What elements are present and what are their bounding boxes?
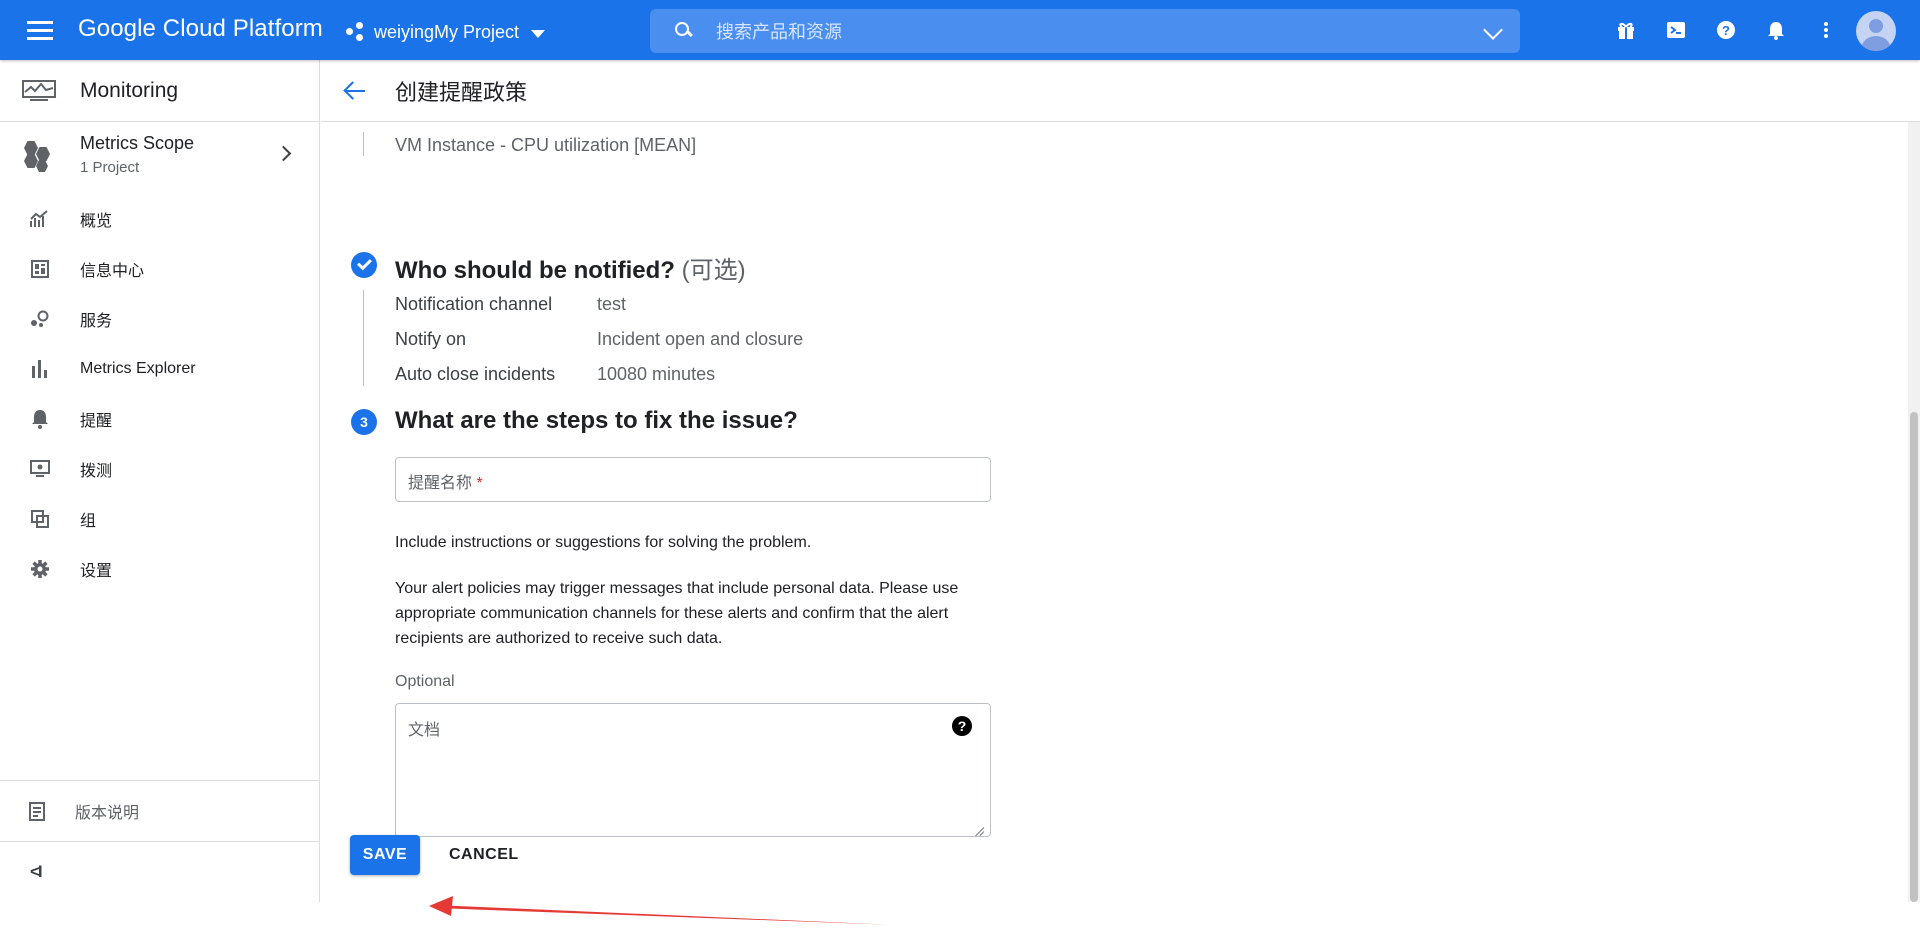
auto-close-row: Auto close incidents 10080 minutes [395, 364, 715, 385]
sidebar-item-label: 服务 [80, 313, 113, 330]
sidebar-item-label: Metrics Explorer [80, 360, 196, 377]
collapse-sidebar-button[interactable]: <I [0, 842, 320, 902]
top-app-bar: Google Cloud Platform weiyingMy Project … [0, 0, 1920, 60]
step-notify-title: Who should be notified? (可选) [395, 250, 746, 285]
kv-value: Incident open and closure [597, 329, 804, 349]
sidebar-item-metrics-explorer[interactable]: Metrics Explorer [0, 344, 319, 394]
sidebar-item-services[interactable]: 服务 [0, 294, 319, 344]
release-notes-icon [29, 801, 49, 821]
search-input[interactable]: 搜索产品和资源 [716, 18, 842, 44]
sidebar-item-label: 设置 [80, 563, 113, 580]
services-icon [29, 308, 51, 330]
privacy-notice: Your alert policies may trigger messages… [395, 580, 959, 647]
alert-name-placeholder-text: 提醒名称 [408, 475, 473, 492]
more-vert-icon[interactable] [1814, 18, 1838, 42]
alert-name-field[interactable]: 提醒名称 * [395, 457, 991, 502]
notify-on-row: Notify on Incident open and closure [395, 329, 803, 350]
kv-key: Notify on [395, 329, 467, 349]
terminal-icon[interactable] [1664, 18, 1688, 42]
metrics-scope-icon [24, 138, 56, 172]
step-notify-title-text: Who should be notified? [395, 257, 675, 284]
search-bar[interactable]: 搜索产品和资源 [650, 9, 1520, 53]
gear-icon [29, 558, 51, 580]
optional-label: Optional [395, 673, 455, 690]
notification-channel-row: Notification channel test [395, 294, 626, 315]
scrollbar-thumb[interactable] [1910, 412, 1918, 902]
sidebar-nav: 概览 信息中心 服务 Metrics Explorer 提醒 拨测 组 设置 [0, 194, 319, 594]
release-notes-link[interactable]: 版本说明 [0, 781, 320, 842]
optional-tag: (可选) [681, 257, 746, 284]
sidebar-item-label: 提醒 [80, 413, 113, 430]
metrics-scope[interactable]: Metrics Scope 1 Project [0, 122, 319, 186]
kv-key: Auto close incidents [395, 364, 556, 384]
sidebar-header: Monitoring [0, 60, 319, 122]
project-name: weiyingMy Project [374, 21, 520, 42]
chevron-right-icon[interactable] [275, 145, 292, 162]
search-icon [674, 21, 694, 41]
save-button[interactable]: SAVE [350, 835, 420, 875]
help-icon[interactable]: ? [952, 716, 972, 736]
project-hierarchy-icon [346, 22, 368, 42]
condition-summary: VM Instance - CPU utilization [MEAN] [395, 135, 697, 155]
sidebar-footer: 版本说明 <I [0, 780, 320, 902]
kv-value: test [597, 294, 627, 314]
sidebar-item-label: 拨测 [80, 463, 113, 480]
project-selector[interactable]: weiyingMy Project [346, 18, 546, 46]
brand-title[interactable]: Google Cloud Platform [78, 15, 323, 43]
step-number-badge: 3 [351, 409, 377, 435]
kv-key: Notification channel [395, 294, 553, 314]
cancel-button[interactable]: CANCEL [449, 835, 519, 875]
back-arrow-icon[interactable] [343, 79, 367, 103]
step-fix-title: What are the steps to fix the issue? [395, 407, 798, 434]
annotation-arrow [429, 896, 896, 925]
sidebar-item-label: 信息中心 [80, 263, 145, 280]
documentation-placeholder: 文档 [408, 722, 441, 739]
monitoring-icon [22, 79, 56, 102]
sidebar-item-dashboards[interactable]: 信息中心 [0, 244, 319, 294]
metrics-scope-title: Metrics Scope [80, 132, 195, 153]
svg-text:?: ? [1722, 23, 1730, 38]
sidebar: Monitoring Metrics Scope 1 Project 概览 信息… [0, 60, 320, 902]
kv-value: 10080 minutes [597, 364, 716, 384]
sidebar-item-groups[interactable]: 组 [0, 494, 319, 544]
sidebar-item-label: 组 [80, 513, 97, 530]
dashboard-icon [29, 258, 51, 280]
sidebar-item-alerting[interactable]: 提醒 [0, 394, 319, 444]
step-connector [363, 132, 364, 156]
help-icon[interactable]: ? [1714, 18, 1738, 42]
bar-chart-icon [29, 358, 51, 380]
bell-icon [29, 408, 51, 430]
sidebar-title: Monitoring [80, 78, 179, 102]
bell-icon[interactable] [1764, 18, 1788, 42]
groups-icon [29, 508, 51, 530]
step-connector [363, 290, 364, 386]
sidebar-item-label: 概览 [80, 213, 113, 230]
required-mark: * [476, 475, 483, 492]
vertical-scrollbar[interactable] [1908, 122, 1920, 902]
chevron-down-icon[interactable] [1483, 20, 1503, 40]
documentation-textarea[interactable]: 文档 ? [395, 703, 991, 837]
account-avatar[interactable] [1856, 11, 1896, 51]
collapse-icon: <I [30, 862, 43, 881]
menu-icon[interactable] [24, 18, 56, 42]
alert-name-placeholder: 提醒名称 * [408, 469, 483, 493]
instructions-text: Include instructions or suggestions for … [395, 534, 812, 551]
release-notes-label: 版本说明 [75, 805, 140, 822]
resize-handle-icon[interactable] [974, 822, 984, 832]
sidebar-item-settings[interactable]: 设置 [0, 544, 319, 594]
page-title: 创建提醒政策 [395, 79, 528, 105]
page-header: 创建提醒政策 [321, 60, 1920, 122]
sidebar-item-overview[interactable]: 概览 [0, 194, 319, 244]
caret-down-icon [531, 29, 546, 38]
sidebar-item-uptime[interactable]: 拨测 [0, 444, 319, 494]
main-content: 创建提醒政策 VM Instance - CPU utilization [ME… [321, 60, 1920, 925]
metrics-scope-subtitle: 1 Project [80, 158, 140, 176]
gift-icon[interactable] [1614, 18, 1638, 42]
uptime-icon [29, 458, 51, 480]
chart-icon [29, 208, 51, 230]
check-circle-icon [351, 252, 377, 278]
